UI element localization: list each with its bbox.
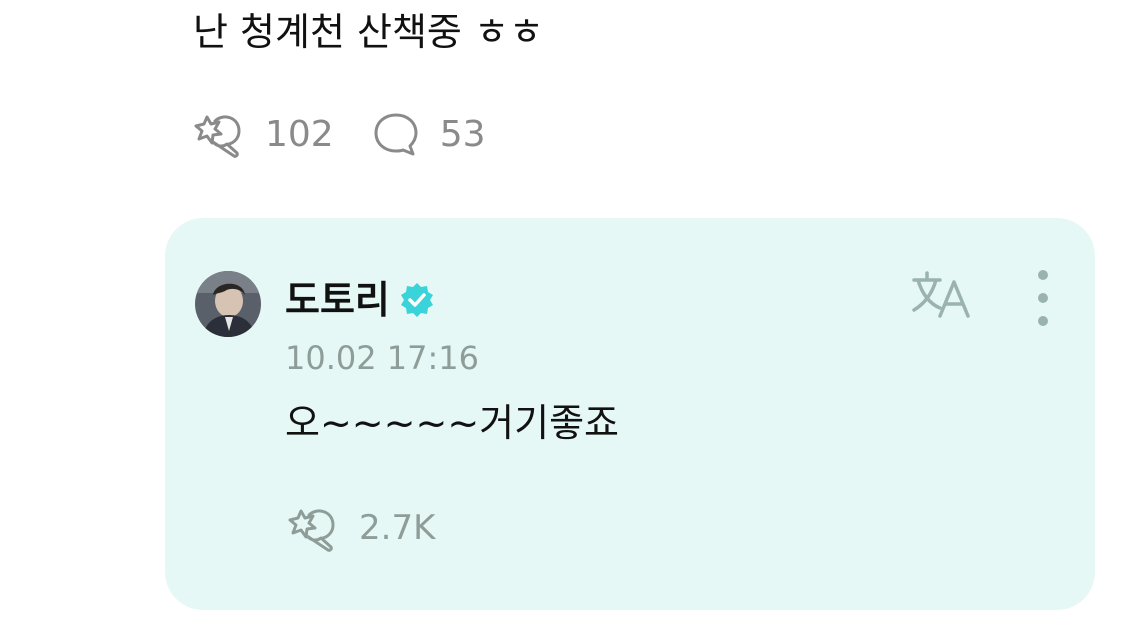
author-row: 도토리	[285, 276, 436, 324]
speech-bubble-icon	[374, 113, 418, 156]
reply-like-button[interactable]: 2.7K	[287, 503, 435, 553]
translate-icon	[912, 271, 970, 318]
post-actions: 102 53	[193, 108, 486, 160]
author-name[interactable]: 도토리	[285, 276, 390, 324]
bulb-star-icon	[194, 115, 241, 158]
bulb-star-icon	[288, 509, 335, 552]
reply-text: 오~~~~~거기좋죠	[285, 401, 619, 445]
reply-timestamp: 10.02 17:16	[285, 339, 479, 377]
post-text: 난 청계천 산책중 ㅎㅎ	[193, 10, 544, 54]
post-comment-button[interactable]: 53	[372, 110, 486, 158]
comment-thread: 난 청계천 산책중 ㅎㅎ 102 53 도토리 10.02 17:16 오~~~…	[0, 0, 1125, 633]
more-vertical-icon	[1038, 270, 1048, 280]
verified-badge-icon	[400, 283, 433, 317]
reply-actions: 2.7K	[287, 503, 435, 553]
post-like-count: 102	[265, 113, 334, 155]
avatar[interactable]	[195, 271, 261, 337]
avatar-photo	[195, 271, 261, 337]
post-comment-count: 53	[439, 113, 486, 155]
more-options-button[interactable]	[1025, 270, 1061, 326]
translate-button[interactable]	[910, 270, 974, 320]
reply-like-count: 2.7K	[359, 508, 436, 548]
post-like-button[interactable]: 102	[193, 109, 334, 159]
reply-card: 도토리 10.02 17:16 오~~~~~거기좋죠 2.7K	[165, 218, 1095, 610]
